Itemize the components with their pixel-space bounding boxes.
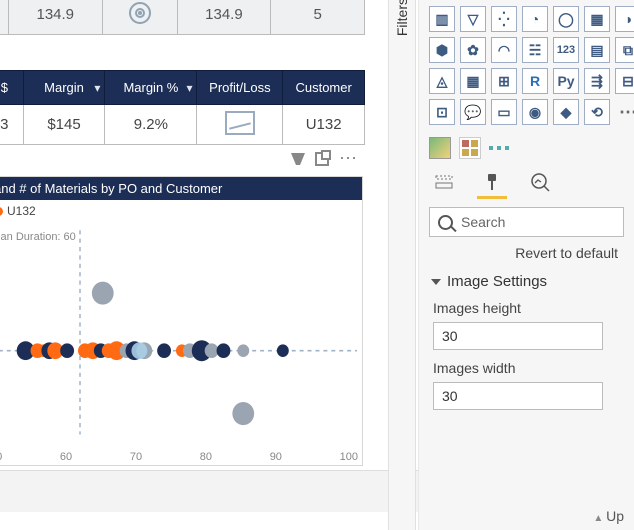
scroll-up-link[interactable]: Up: [593, 508, 624, 524]
filters-label: Filters: [394, 0, 410, 36]
viz-kpi-icon[interactable]: ⧉: [615, 37, 634, 63]
col-margin[interactable]: Margin▾: [23, 71, 105, 105]
scatter-chart[interactable]: and # of Materials by PO and Customer U1…: [0, 176, 363, 466]
thumbnail-preview[interactable]: [429, 137, 451, 159]
viz-card-icon[interactable]: 123: [553, 37, 579, 63]
filter-icon[interactable]: [291, 153, 305, 165]
filters-pane-collapsed[interactable]: Filters: [388, 0, 416, 530]
more-options-icon[interactable]: ⋯: [339, 148, 357, 169]
thumbnail-grid[interactable]: [459, 137, 481, 159]
revert-to-default-link[interactable]: Revert to default: [419, 241, 634, 273]
viz-custom-icon[interactable]: ⟲: [584, 99, 610, 125]
viz-decomp-icon[interactable]: ⊟: [615, 68, 634, 94]
viz-slicer-icon[interactable]: ◬: [429, 68, 455, 94]
target-cell: [102, 0, 177, 35]
focus-mode-icon[interactable]: [315, 152, 329, 166]
sparkline-cell: [197, 105, 283, 145]
image-settings-header[interactable]: Image Settings: [419, 273, 634, 290]
viz-qna-icon[interactable]: ⊡: [429, 99, 455, 125]
viz-funnel-icon[interactable]: ▽: [460, 6, 486, 32]
viz-matrix-icon[interactable]: ⊞: [491, 68, 517, 94]
tab-fields[interactable]: [431, 169, 457, 195]
viz-scatter-icon[interactable]: ⁛: [491, 6, 517, 32]
viz-more-icon[interactable]: ⋯: [615, 99, 634, 125]
images-height-input[interactable]: [433, 322, 603, 350]
viz-donut-icon[interactable]: ◯: [553, 6, 579, 32]
top-table: 134.9 134.9 5: [0, 0, 365, 35]
viz-stacked-bar-icon[interactable]: ▥: [429, 6, 455, 32]
chart-plot: [0, 225, 362, 445]
chart-title: and # of Materials by PO and Customer: [0, 177, 362, 200]
col-dollar[interactable]: $: [0, 71, 23, 105]
viz-filled-map-icon[interactable]: ⬢: [429, 37, 455, 63]
thumbnail-line[interactable]: [489, 146, 511, 150]
viz-map-icon[interactable]: ◑: [615, 6, 634, 32]
images-width-input[interactable]: [433, 382, 603, 410]
viz-shape-map-icon[interactable]: ✿: [460, 37, 486, 63]
viz-treemap-icon[interactable]: ▦: [584, 6, 610, 32]
tab-analytics[interactable]: [527, 169, 553, 195]
viz-key-influencers-icon[interactable]: ⇶: [584, 68, 610, 94]
chart-legend: U132: [0, 200, 362, 222]
viz-powerapps-icon[interactable]: ◆: [553, 99, 579, 125]
images-height-label: Images height: [433, 300, 620, 316]
search-text: Search: [461, 214, 505, 230]
detail-table[interactable]: $ Margin▾ Margin %▾ Profit/Loss Customer…: [0, 70, 365, 145]
images-width-label: Images width: [433, 360, 620, 376]
col-pl[interactable]: Profit/Loss: [197, 71, 283, 105]
col-marginpct[interactable]: Margin %▾: [105, 71, 197, 105]
viz-gallery: ▥ ▽ ⁛ ◔ ◯ ▦ ◑ ⬢ ✿ ◠ ☵ 123 ▤ ⧉ ◬ ▦ ⊞ R Py…: [419, 0, 634, 133]
top-v2: 134.9: [177, 0, 271, 35]
col-cust[interactable]: Customer: [283, 71, 365, 105]
viz-multi-card-icon[interactable]: ▤: [584, 37, 610, 63]
search-icon: [438, 215, 453, 230]
viz-arcgis-icon[interactable]: ◉: [522, 99, 548, 125]
viz-py-icon[interactable]: Py: [553, 68, 579, 94]
search-input[interactable]: Search: [429, 207, 624, 237]
viz-r-icon[interactable]: R: [522, 68, 548, 94]
tab-format[interactable]: [479, 169, 505, 195]
viz-paginated-icon[interactable]: ▭: [491, 99, 517, 125]
chevron-down-icon: [431, 279, 441, 285]
x-axis-ticks: 50 60 70 80 90 100: [0, 451, 362, 463]
top-v1: 134.9: [8, 0, 102, 35]
viz-waterfall-icon[interactable]: ☵: [522, 37, 548, 63]
viz-pie-icon[interactable]: ◔: [522, 6, 548, 32]
target-icon: [129, 2, 151, 24]
viz-table-icon[interactable]: ▦: [460, 68, 486, 94]
table-row[interactable]: 3 $145 9.2% U132: [0, 105, 365, 145]
viz-narrative-icon[interactable]: 💬: [460, 99, 486, 125]
viz-gauge-icon[interactable]: ◠: [491, 37, 517, 63]
top-v3: 5: [271, 0, 365, 35]
sparkline-icon: [225, 111, 255, 135]
